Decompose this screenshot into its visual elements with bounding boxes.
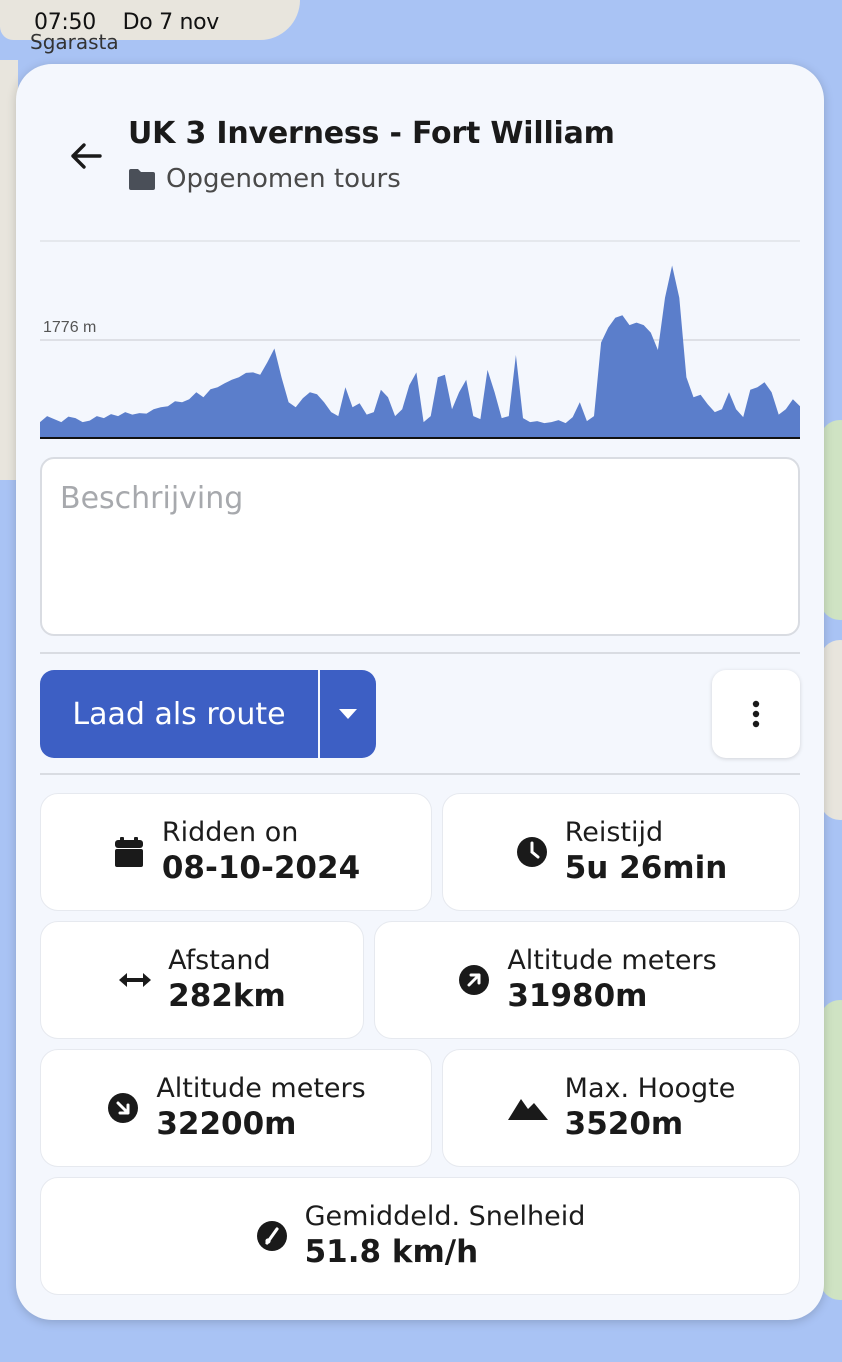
- status-time: 07:50: [34, 10, 96, 35]
- stat-label: Altitude meters: [507, 945, 717, 977]
- stat-label: Reistijd: [564, 817, 664, 849]
- stat-card-avg-speed: Gemiddeld. Snelheid 51.8 km/h: [40, 1177, 800, 1295]
- stat-card-ascent: Altitude meters 31980m: [374, 921, 800, 1039]
- status-date: Do 7 nov: [122, 10, 220, 35]
- stat-value: 31980m: [507, 977, 648, 1014]
- more-vertical-icon: [752, 700, 760, 728]
- stat-card-max-height: Max. Hoogte 3520m: [442, 1049, 800, 1167]
- calendar-icon: [112, 835, 146, 869]
- elevation-chart[interactable]: 1776 m: [40, 240, 800, 440]
- stat-label: Ridden on: [161, 817, 299, 849]
- stat-value: 08-10-2024: [161, 849, 361, 886]
- arrows-horizontal-icon: [118, 963, 152, 997]
- elevation-area: [40, 265, 800, 437]
- mountain-icon: [507, 1091, 549, 1125]
- arrow-down-right-circle-icon: [106, 1091, 140, 1125]
- arrow-up-right-circle-icon: [457, 963, 491, 997]
- back-button[interactable]: [68, 138, 104, 174]
- folder-icon: [129, 169, 155, 190]
- stat-card-distance: Afstand 282km: [40, 921, 364, 1039]
- stat-card-date: Ridden on 08-10-2024: [40, 793, 432, 911]
- divider: [40, 773, 800, 775]
- page-title: UK 3 Inverness - Fort William: [128, 116, 615, 151]
- load-route-dropdown-button[interactable]: [320, 670, 376, 758]
- stat-card-duration: Reistijd 5u 26min: [442, 793, 800, 911]
- stat-label: Afstand: [168, 945, 271, 977]
- status-bar: 07:50 Do 7 nov: [34, 10, 239, 35]
- divider: [40, 652, 800, 654]
- caret-down-icon: [339, 709, 357, 719]
- stat-value: 5u 26min: [564, 849, 728, 886]
- stat-value: 32200m: [156, 1105, 297, 1142]
- arrow-left-icon: [71, 143, 102, 169]
- load-route-button-group: Laad als route: [40, 670, 376, 758]
- stat-value: 3520m: [564, 1105, 684, 1142]
- stat-label: Altitude meters: [156, 1073, 366, 1105]
- speedometer-icon: [255, 1219, 289, 1253]
- chart-marker-label: 1776 m: [43, 319, 96, 336]
- description-placeholder: Beschrijving: [60, 481, 244, 516]
- stat-label: Max. Hoogte: [564, 1073, 736, 1105]
- load-route-button[interactable]: Laad als route: [40, 670, 318, 758]
- stat-card-descent: Altitude meters 32200m: [40, 1049, 432, 1167]
- tour-detail-panel: UK 3 Inverness - Fort William Opgenomen …: [16, 64, 824, 1320]
- description-input[interactable]: Beschrijving: [40, 457, 800, 636]
- folder-label[interactable]: Opgenomen tours: [128, 164, 401, 194]
- clock-icon: [515, 835, 549, 869]
- stat-label: Gemiddeld. Snelheid: [304, 1201, 586, 1233]
- stat-value: 282km: [168, 977, 286, 1014]
- stat-value: 51.8 km/h: [304, 1233, 479, 1270]
- folder-name: Opgenomen tours: [166, 164, 401, 194]
- more-options-button[interactable]: [712, 670, 800, 758]
